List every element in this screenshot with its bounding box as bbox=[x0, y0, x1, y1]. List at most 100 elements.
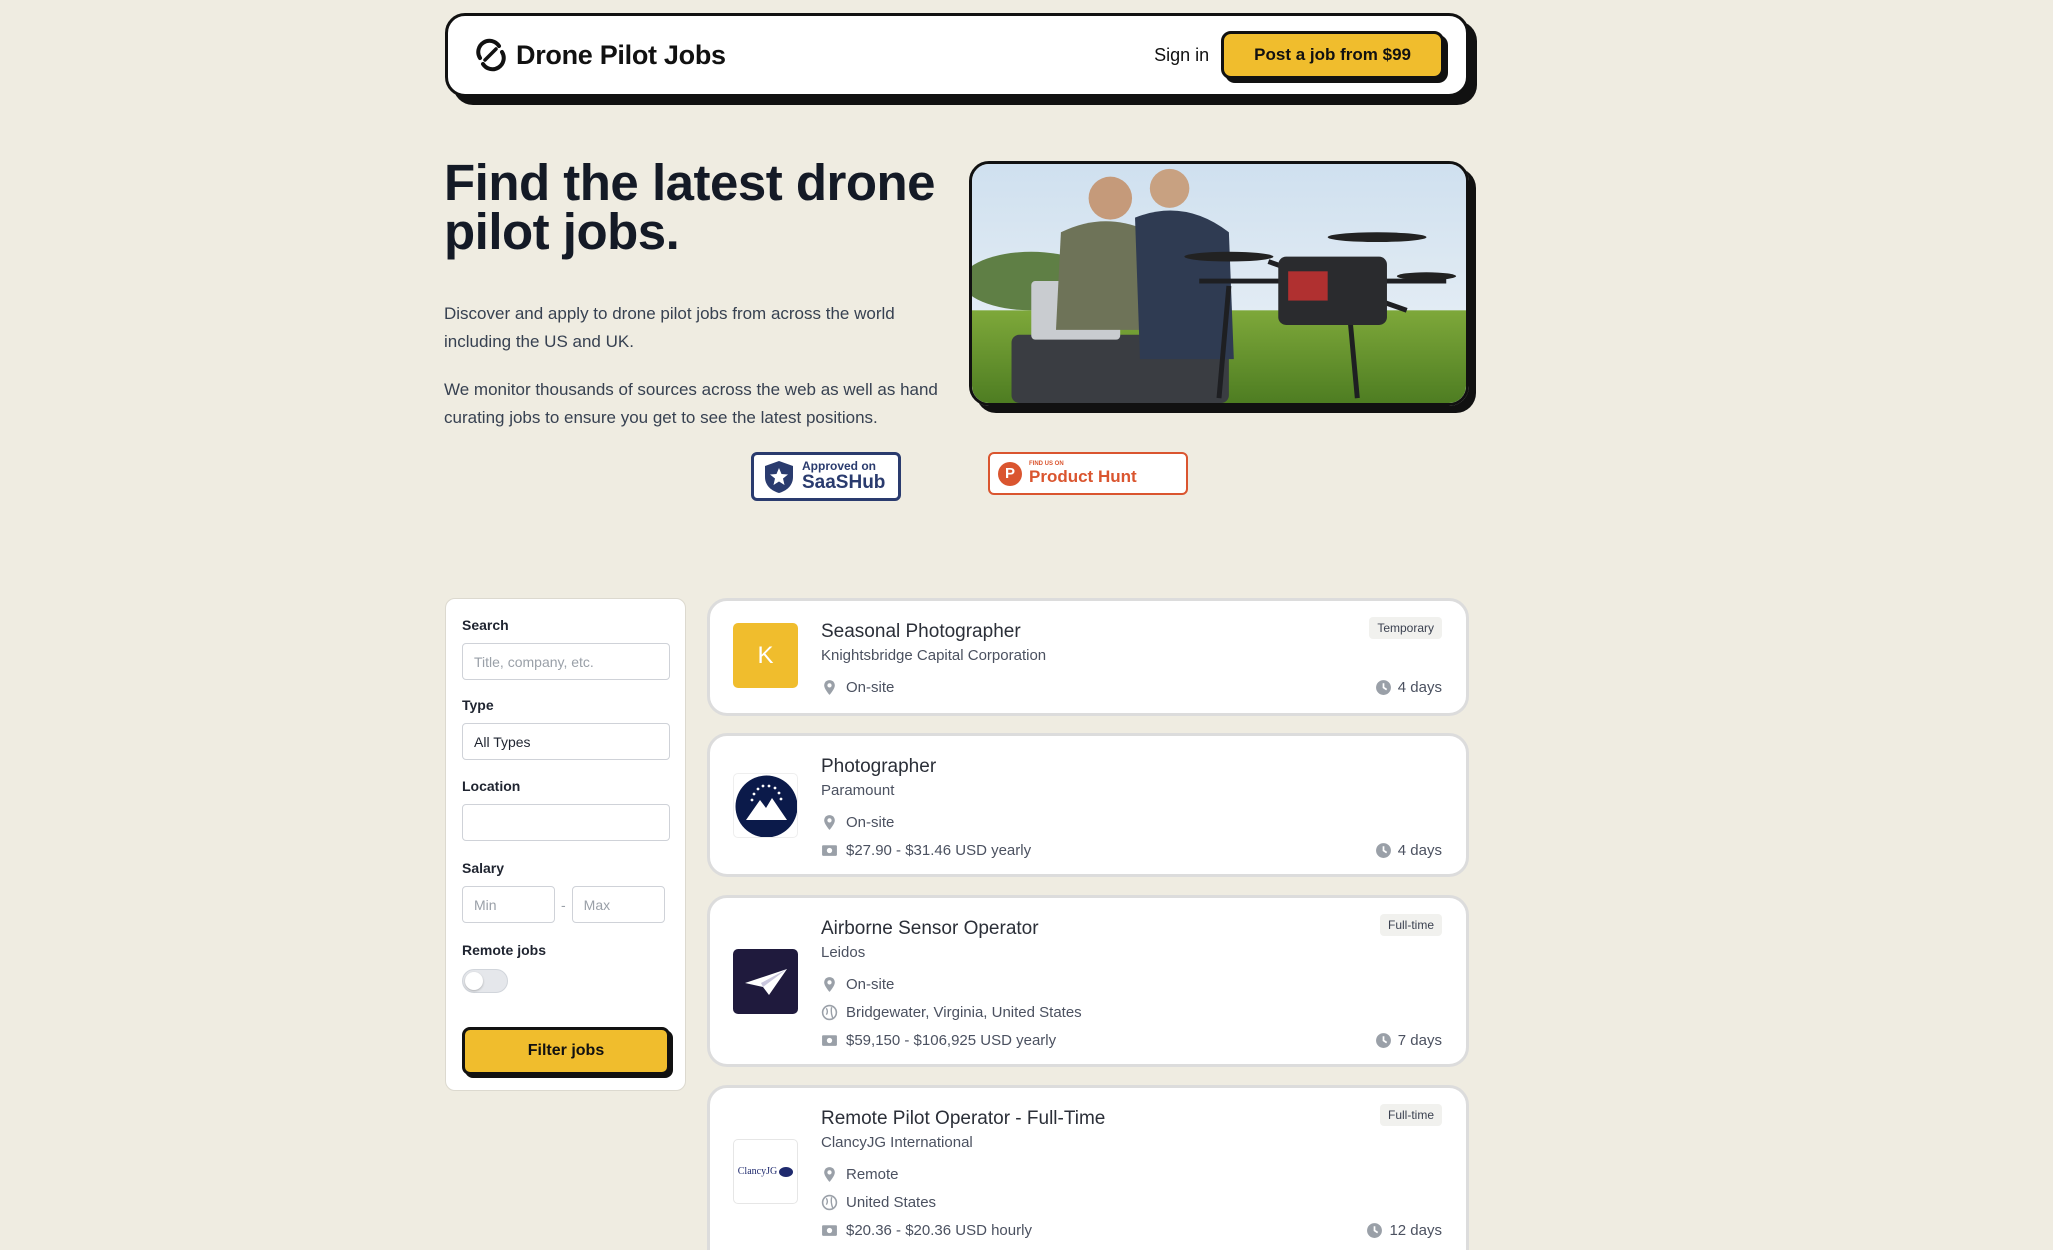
workplace-text: On-site bbox=[846, 679, 895, 696]
salary-text: $59,150 - $106,925 USD yearly bbox=[846, 1032, 1057, 1049]
job-workplace: On-site bbox=[821, 679, 894, 696]
page: Drone Pilot Jobs Sign in Post a job from… bbox=[0, 0, 2053, 1250]
job-location: Bridgewater, Virginia, United States bbox=[821, 1004, 1082, 1021]
job-type-tag: Temporary bbox=[1369, 617, 1442, 639]
job-workplace: On-site bbox=[821, 976, 894, 993]
type-select[interactable]: All Types bbox=[462, 723, 670, 760]
clancyjg-logo-text: ClancyJG bbox=[737, 1166, 778, 1177]
job-salary: $27.90 - $31.46 USD yearly bbox=[821, 842, 1031, 859]
money-icon bbox=[822, 845, 837, 856]
paper-plane-logo-icon bbox=[745, 969, 787, 995]
post-job-button[interactable]: Post a job from $99 bbox=[1221, 31, 1444, 79]
clock-icon bbox=[1375, 1033, 1391, 1048]
job-type-tag: Full-time bbox=[1379, 1104, 1442, 1126]
salary-group: Salary - bbox=[462, 860, 669, 923]
filter-panel: Search Type All Types Location Salary - … bbox=[445, 598, 686, 1091]
sign-in-link[interactable]: Sign in bbox=[1154, 45, 1209, 66]
drone-logo-icon bbox=[476, 38, 506, 72]
product-hunt-badge[interactable]: P FIND US ON Product Hunt bbox=[988, 452, 1188, 495]
clock-icon bbox=[1367, 1223, 1383, 1238]
age-text: 12 days bbox=[1389, 1222, 1442, 1239]
product-hunt-icon: P bbox=[998, 461, 1022, 486]
hero-title: Find the latest drone pilot jobs. bbox=[444, 154, 936, 260]
salary-label: Salary bbox=[462, 860, 505, 876]
job-card[interactable]: ClancyJG Remote Pilot Operator - Full-Ti… bbox=[707, 1085, 1469, 1250]
job-salary: $59,150 - $106,925 USD yearly bbox=[821, 1032, 1056, 1049]
location-group: Location bbox=[462, 778, 670, 841]
money-icon bbox=[822, 1225, 837, 1236]
map-pin-icon bbox=[824, 1167, 835, 1182]
company-logo: K bbox=[733, 623, 798, 688]
hero-image bbox=[969, 161, 1469, 406]
job-workplace: Remote bbox=[821, 1166, 899, 1183]
company-logo bbox=[733, 949, 798, 1014]
salary-text: $27.90 - $31.46 USD yearly bbox=[846, 842, 1032, 859]
saashub-badge[interactable]: Approved on SaaSHub bbox=[751, 452, 901, 501]
job-title[interactable]: Seasonal Photographer bbox=[821, 621, 1021, 643]
remote-jobs-toggle[interactable] bbox=[462, 969, 508, 993]
drone-pilots-photo bbox=[972, 164, 1466, 403]
brand-name: Drone Pilot Jobs bbox=[516, 39, 726, 70]
search-input[interactable] bbox=[462, 643, 670, 680]
location-text: Bridgewater, Virginia, United States bbox=[846, 1004, 1082, 1021]
clock-icon bbox=[1375, 680, 1391, 695]
saashub-name: SaaSHub bbox=[802, 472, 886, 493]
age-text: 7 days bbox=[1397, 1032, 1442, 1049]
workplace-text: Remote bbox=[846, 1166, 899, 1183]
hero-sources-text: We monitor thousands of sources across t… bbox=[444, 380, 938, 427]
job-company: Leidos bbox=[821, 944, 866, 961]
search-group: Search bbox=[462, 617, 670, 680]
map-pin-icon bbox=[824, 680, 835, 695]
job-age: 12 days bbox=[1366, 1222, 1442, 1239]
job-age: 4 days bbox=[1375, 679, 1442, 696]
job-title[interactable]: Airborne Sensor Operator bbox=[821, 918, 1039, 940]
salary-min-input[interactable] bbox=[462, 886, 555, 923]
job-type-tag: Full-time bbox=[1379, 914, 1442, 936]
company-logo: ClancyJG bbox=[733, 1139, 798, 1204]
site-header: Drone Pilot Jobs Sign in Post a job from… bbox=[445, 13, 1469, 97]
salary-dash: - bbox=[561, 896, 566, 913]
salary-range: - bbox=[462, 886, 669, 923]
map-pin-icon bbox=[824, 815, 835, 830]
job-location: United States bbox=[821, 1194, 936, 1211]
type-group: Type All Types bbox=[462, 697, 670, 760]
filter-jobs-button[interactable]: Filter jobs bbox=[462, 1027, 670, 1075]
money-icon bbox=[822, 1035, 837, 1046]
job-salary: $20.36 - $20.36 USD hourly bbox=[821, 1222, 1032, 1239]
workplace-text: On-site bbox=[846, 814, 895, 831]
job-age: 7 days bbox=[1375, 1032, 1442, 1049]
company-logo-letter: K bbox=[757, 641, 774, 669]
product-hunt-name: Product Hunt bbox=[1029, 467, 1137, 486]
search-label: Search bbox=[462, 617, 509, 633]
job-card[interactable]: Airborne Sensor Operator Leidos Full-tim… bbox=[707, 895, 1469, 1067]
clancyjg-logo-icon bbox=[779, 1166, 794, 1177]
brand[interactable]: Drone Pilot Jobs bbox=[474, 38, 726, 72]
salary-text: $20.36 - $20.36 USD hourly bbox=[846, 1222, 1032, 1239]
salary-max-input[interactable] bbox=[571, 886, 665, 923]
age-text: 4 days bbox=[1397, 679, 1442, 696]
job-company: Knightsbridge Capital Corporation bbox=[821, 647, 1047, 664]
map-pin-icon bbox=[824, 977, 835, 992]
location-text: United States bbox=[846, 1194, 937, 1211]
workplace-text: On-site bbox=[846, 976, 895, 993]
job-company: Paramount bbox=[821, 782, 895, 799]
globe-icon bbox=[821, 1194, 838, 1211]
job-workplace: On-site bbox=[821, 814, 894, 831]
remote-group: Remote jobs bbox=[462, 942, 669, 993]
toggle-knob bbox=[465, 972, 483, 990]
job-title[interactable]: Photographer bbox=[821, 756, 936, 778]
job-company: ClancyJG International bbox=[821, 1134, 973, 1151]
shield-star-icon bbox=[765, 460, 793, 493]
location-input[interactable] bbox=[462, 804, 670, 841]
job-card[interactable]: Photographer Paramount On-site $27.90 - … bbox=[707, 733, 1469, 877]
job-age: 4 days bbox=[1375, 842, 1442, 859]
job-card[interactable]: K Seasonal Photographer Knightsbridge Ca… bbox=[707, 598, 1469, 716]
remote-jobs-label: Remote jobs bbox=[462, 942, 547, 958]
hero-description: Discover and apply to drone pilot jobs f… bbox=[444, 304, 895, 351]
clock-icon bbox=[1375, 843, 1391, 858]
type-label: Type bbox=[462, 697, 494, 713]
company-logo bbox=[733, 773, 798, 838]
job-title[interactable]: Remote Pilot Operator - Full-Time bbox=[821, 1108, 1105, 1130]
header-nav: Sign in Post a job from $99 bbox=[1154, 31, 1444, 79]
paramount-logo-icon bbox=[735, 775, 797, 837]
